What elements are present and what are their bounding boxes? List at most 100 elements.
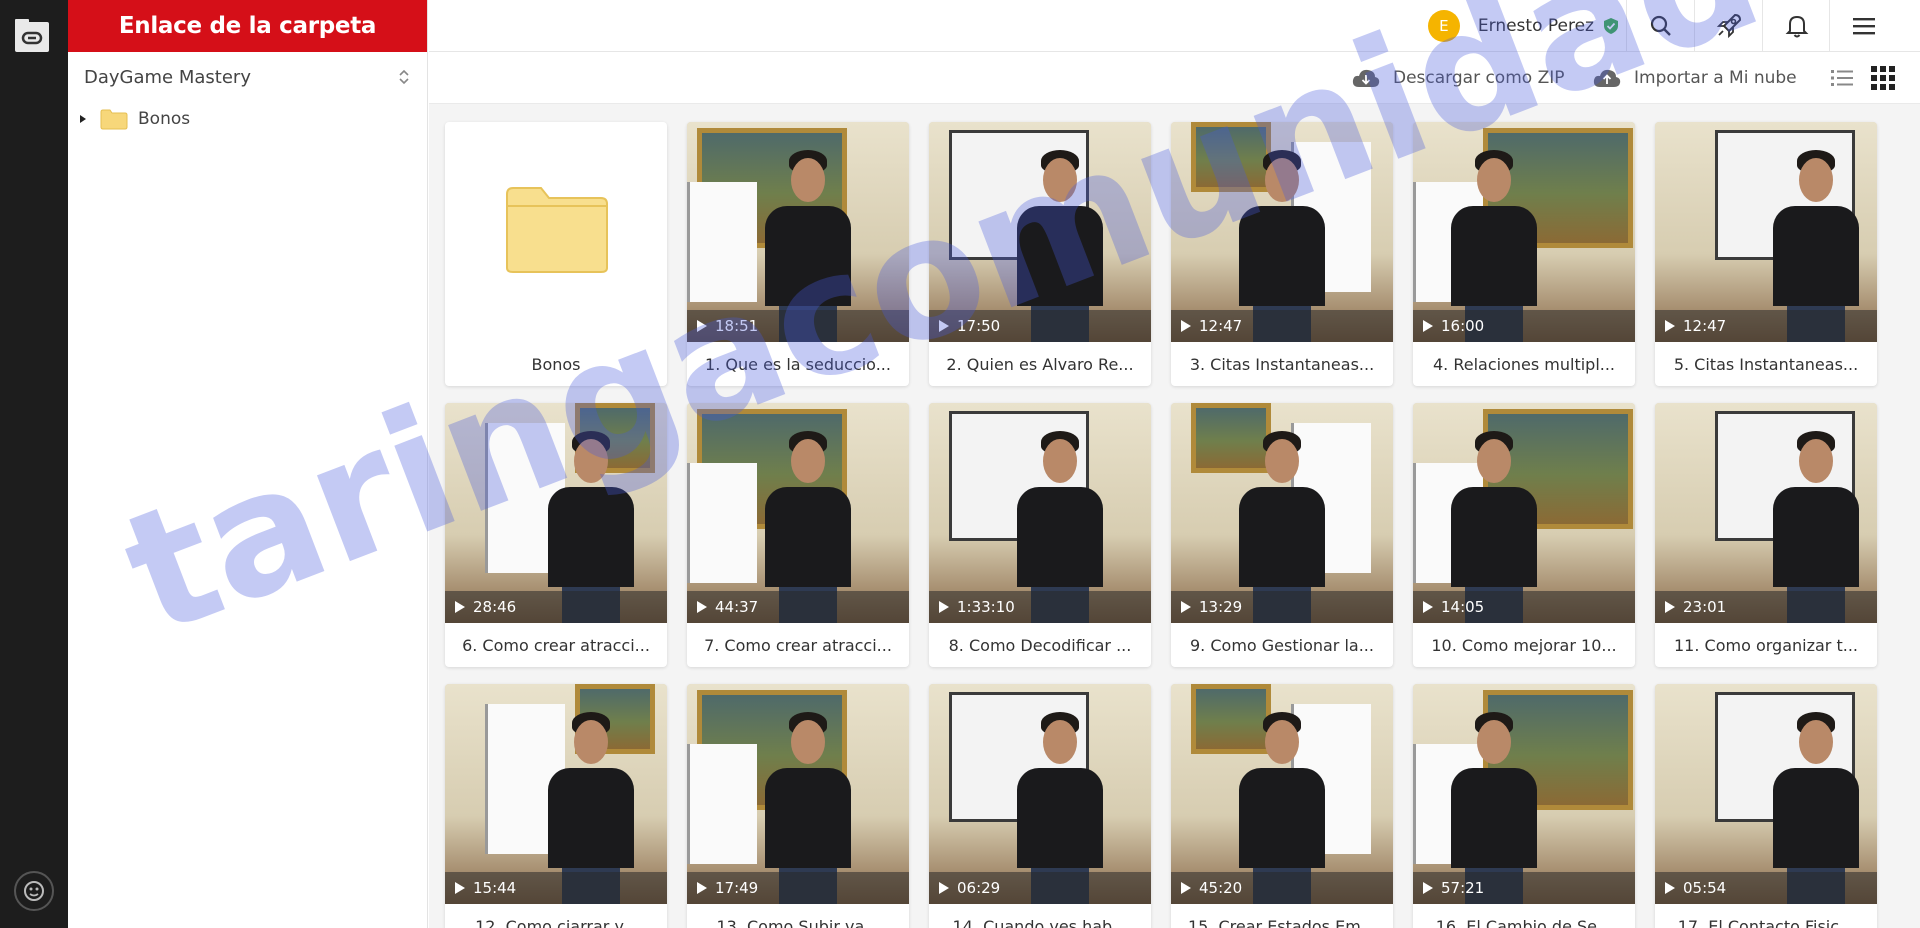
- user-menu[interactable]: E Ernesto Perez: [1427, 10, 1620, 42]
- video-card[interactable]: 1:33:10 8. Como Decodificar ...: [929, 403, 1151, 667]
- video-title[interactable]: 10. Como mejorar 10...: [1413, 623, 1635, 667]
- play-icon[interactable]: [697, 601, 707, 613]
- play-icon[interactable]: [1665, 601, 1675, 613]
- play-icon[interactable]: [939, 320, 949, 332]
- grid-view-button[interactable]: [1870, 65, 1896, 91]
- video-title[interactable]: 15. Crear Estados Em...: [1171, 904, 1393, 928]
- video-thumbnail[interactable]: 13:29: [1171, 403, 1393, 623]
- video-title[interactable]: 11. Como organizar t...: [1655, 623, 1877, 667]
- import-cloud-label: Importar a Mi nube: [1634, 68, 1797, 88]
- video-card[interactable]: 17:50 2. Quien es Alvaro Re...: [929, 122, 1151, 386]
- video-thumbnail[interactable]: 57:21: [1413, 684, 1635, 904]
- folder-card-bonos[interactable]: Bonos: [445, 122, 667, 386]
- play-icon[interactable]: [1181, 320, 1191, 332]
- video-thumbnail[interactable]: 18:51: [687, 122, 909, 342]
- video-card[interactable]: 13:29 9. Como Gestionar la...: [1171, 403, 1393, 667]
- sort-icon[interactable]: [397, 68, 411, 86]
- video-card[interactable]: 23:01 11. Como organizar t...: [1655, 403, 1877, 667]
- video-card[interactable]: 15:44 12. Como ciarrar y...: [445, 684, 667, 928]
- video-duration: 28:46: [473, 598, 517, 616]
- video-thumbnail[interactable]: 05:54: [1655, 684, 1877, 904]
- video-title[interactable]: 2. Quien es Alvaro Re...: [929, 342, 1151, 386]
- video-card[interactable]: 16:00 4. Relaciones multipl...: [1413, 122, 1635, 386]
- play-icon[interactable]: [1423, 320, 1433, 332]
- video-title[interactable]: 6. Como crear atracci...: [445, 623, 667, 667]
- video-thumbnail[interactable]: 1:33:10: [929, 403, 1151, 623]
- video-title[interactable]: 5. Citas Instantaneas...: [1655, 342, 1877, 386]
- play-icon[interactable]: [1665, 882, 1675, 894]
- folder-sidebar: Enlace de la carpeta DayGame Mastery Bon…: [68, 0, 428, 928]
- video-duration: 45:20: [1199, 879, 1243, 897]
- cloud-upload-icon: [1593, 69, 1621, 87]
- video-title[interactable]: 8. Como Decodificar ...: [929, 623, 1151, 667]
- folder-icon: [506, 187, 608, 273]
- search-icon: [1650, 15, 1671, 36]
- video-card[interactable]: 06:29 14. Cuando ves hab...: [929, 684, 1151, 928]
- video-card[interactable]: 17:49 13. Como Subir va...: [687, 684, 909, 928]
- play-icon[interactable]: [455, 882, 465, 894]
- list-view-button[interactable]: [1829, 65, 1855, 91]
- caret-right-icon[interactable]: [78, 114, 88, 124]
- video-card[interactable]: 57:21 16. El Cambio de Se...: [1413, 684, 1635, 928]
- account-icon[interactable]: [14, 871, 54, 911]
- play-icon[interactable]: [1665, 320, 1675, 332]
- video-duration: 13:29: [1199, 598, 1243, 616]
- video-title[interactable]: 17. El Contacto Fisic...: [1655, 904, 1877, 928]
- video-card[interactable]: 12:47 3. Citas Instantaneas...: [1171, 122, 1393, 386]
- video-title[interactable]: 13. Como Subir va...: [687, 904, 909, 928]
- video-card[interactable]: 12:47 5. Citas Instantaneas...: [1655, 122, 1877, 386]
- play-icon[interactable]: [939, 601, 949, 613]
- video-thumbnail[interactable]: 44:37: [687, 403, 909, 623]
- duration-bar: 06:29: [929, 872, 1151, 904]
- video-title[interactable]: 12. Como ciarrar y...: [445, 904, 667, 928]
- avatar[interactable]: E: [1427, 10, 1460, 42]
- video-title[interactable]: 14. Cuando ves hab...: [929, 904, 1151, 928]
- duration-bar: 57:21: [1413, 872, 1635, 904]
- video-thumbnail[interactable]: 12:47: [1171, 122, 1393, 342]
- rocket-button[interactable]: [1712, 9, 1746, 43]
- video-thumbnail[interactable]: 17:50: [929, 122, 1151, 342]
- video-card[interactable]: 14:05 10. Como mejorar 10...: [1413, 403, 1635, 667]
- content-toolbar: Descargar como ZIP Importar a Mi nube: [429, 52, 1920, 104]
- tree-item-bonos[interactable]: Bonos: [68, 102, 427, 136]
- video-title[interactable]: 9. Como Gestionar la...: [1171, 623, 1393, 667]
- menu-button[interactable]: [1847, 9, 1881, 43]
- play-icon[interactable]: [1181, 601, 1191, 613]
- video-thumbnail[interactable]: 45:20: [1171, 684, 1393, 904]
- video-thumbnail[interactable]: 15:44: [445, 684, 667, 904]
- play-icon[interactable]: [455, 601, 465, 613]
- video-card[interactable]: 45:20 15. Crear Estados Em...: [1171, 684, 1393, 928]
- video-title[interactable]: 7. Como crear atracci...: [687, 623, 909, 667]
- video-title[interactable]: 4. Relaciones multipl...: [1413, 342, 1635, 386]
- hamburger-icon: [1853, 18, 1875, 35]
- video-card[interactable]: 18:51 1. Que es la seduccio...: [687, 122, 909, 386]
- play-icon[interactable]: [1423, 882, 1433, 894]
- video-thumbnail[interactable]: 14:05: [1413, 403, 1635, 623]
- import-cloud-button[interactable]: Importar a Mi nube: [1592, 64, 1797, 92]
- video-thumbnail[interactable]: 23:01: [1655, 403, 1877, 623]
- video-duration: 1:33:10: [957, 598, 1015, 616]
- play-icon[interactable]: [697, 882, 707, 894]
- user-name[interactable]: Ernesto Perez: [1478, 16, 1594, 36]
- video-title[interactable]: 16. El Cambio de Se...: [1413, 904, 1635, 928]
- video-thumbnail[interactable]: 06:29: [929, 684, 1151, 904]
- video-card[interactable]: 28:46 6. Como crear atracci...: [445, 403, 667, 667]
- sidebar-header: Enlace de la carpeta: [68, 0, 427, 52]
- play-icon[interactable]: [939, 882, 949, 894]
- folder-link-icon[interactable]: [14, 16, 50, 54]
- search-button[interactable]: [1644, 9, 1678, 43]
- play-icon[interactable]: [1423, 601, 1433, 613]
- video-title[interactable]: 1. Que es la seduccio...: [687, 342, 909, 386]
- current-folder[interactable]: DayGame Mastery: [68, 52, 427, 102]
- video-thumbnail[interactable]: 12:47: [1655, 122, 1877, 342]
- download-zip-button[interactable]: Descargar como ZIP: [1351, 64, 1565, 92]
- play-icon[interactable]: [697, 320, 707, 332]
- video-card[interactable]: 05:54 17. El Contacto Fisic...: [1655, 684, 1877, 928]
- video-thumbnail[interactable]: 16:00: [1413, 122, 1635, 342]
- video-title[interactable]: 3. Citas Instantaneas...: [1171, 342, 1393, 386]
- notifications-button[interactable]: [1780, 9, 1814, 43]
- play-icon[interactable]: [1181, 882, 1191, 894]
- video-card[interactable]: 44:37 7. Como crear atracci...: [687, 403, 909, 667]
- video-thumbnail[interactable]: 17:49: [687, 684, 909, 904]
- video-thumbnail[interactable]: 28:46: [445, 403, 667, 623]
